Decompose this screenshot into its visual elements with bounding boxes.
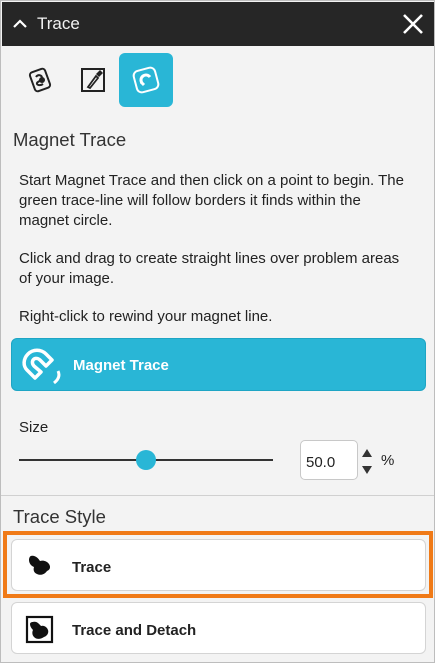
magnet-rewind-hint: Right-click to rewind your magnet line. (19, 308, 273, 325)
size-unit: % (381, 452, 395, 469)
panel-title-bar: Trace (2, 2, 434, 46)
magnet-trace-button[interactable]: Magnet Trace (11, 338, 426, 391)
slider-thumb[interactable] (136, 450, 156, 470)
size-slider[interactable] (19, 449, 273, 471)
spin-down-icon[interactable] (361, 462, 373, 474)
trace-style-heading: Trace Style (13, 506, 106, 527)
trace-panel: Trace Magnet Trace Start Magnet Trace an… (0, 0, 435, 663)
trace-style-option-trace[interactable]: Trace (11, 539, 426, 591)
panel-title: Trace (37, 14, 80, 33)
trace-style-icon (25, 552, 55, 585)
basic-trace-icon (28, 67, 52, 93)
magnet-icon (21, 345, 63, 392)
magnet-drag-hint: Click and drag to create straight lines … (19, 250, 400, 287)
trace-style-label: Trace (72, 559, 112, 576)
section-divider (1, 495, 434, 496)
chevron-up-icon[interactable] (10, 14, 30, 34)
pen-trace-icon (81, 68, 105, 92)
magnet-description: Start Magnet Trace and then click on a p… (19, 172, 404, 229)
magnet-trace-heading: Magnet Trace (13, 129, 127, 150)
basic-trace-tab[interactable] (13, 53, 67, 107)
magnet-trace-button-label: Magnet Trace (73, 357, 169, 374)
magnet-trace-icon (132, 66, 160, 94)
pen-trace-tab[interactable] (66, 53, 120, 107)
size-input[interactable] (300, 440, 358, 480)
trace-style-option-detach[interactable]: Trace and Detach (11, 602, 426, 654)
spin-up-icon[interactable] (361, 445, 373, 457)
close-icon[interactable] (400, 11, 426, 37)
trace-detach-label: Trace and Detach (72, 622, 197, 639)
magnet-trace-tab[interactable] (119, 53, 173, 107)
trace-detach-icon (25, 615, 55, 650)
size-label: Size (19, 419, 49, 436)
